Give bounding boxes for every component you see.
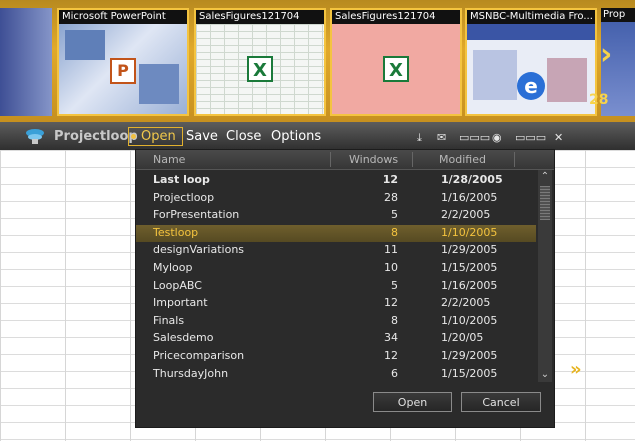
loop-name: Last loop bbox=[153, 173, 210, 186]
modified-date: 1/28/2005 bbox=[441, 173, 503, 186]
scroll-thumb[interactable] bbox=[540, 186, 550, 220]
cancel-button[interactable]: Cancel bbox=[461, 392, 541, 412]
thumbnail-excel-1[interactable]: SalesFigures121704 X bbox=[194, 8, 326, 116]
projectloop-logo-icon bbox=[26, 129, 44, 144]
thumbnail-excel-2[interactable]: SalesFigures121704 X bbox=[330, 8, 462, 116]
modified-date: 1/20/05 bbox=[441, 331, 484, 345]
loop-name: ThursdayJohn bbox=[153, 366, 229, 380]
column-header-name[interactable]: Name bbox=[153, 153, 185, 166]
modified-date: 1/15/2005 bbox=[441, 261, 498, 274]
list-item[interactable]: designVariations 11 1/29/2005 bbox=[136, 242, 536, 259]
open-menu-button[interactable]: Open bbox=[128, 127, 183, 146]
layout-view-icon[interactable]: ▭▭▭ bbox=[515, 132, 546, 144]
loop-name: Pricecomparison bbox=[153, 349, 245, 362]
loop-name: Important bbox=[153, 296, 208, 310]
app-brand: Projectloop bbox=[54, 129, 138, 144]
thumbnail-title: SalesFigures121704 bbox=[196, 10, 324, 24]
modified-date: 1/10/2005 bbox=[441, 225, 498, 239]
close-menu-button[interactable]: Close bbox=[226, 129, 261, 144]
window-count-cell: 12 bbox=[384, 349, 398, 362]
list-item[interactable]: Projectloop 28 1/16/2005 bbox=[136, 190, 536, 207]
scroll-up-icon[interactable]: ⌃ bbox=[538, 170, 552, 184]
modified-date: 1/29/2005 bbox=[441, 349, 498, 362]
modified-date: 2/2/2005 bbox=[441, 296, 491, 310]
window-count-cell: 10 bbox=[384, 261, 398, 274]
loop-name: Myloop bbox=[153, 261, 193, 274]
thumbnail-powerpoint[interactable]: Microsoft PowerPoint P bbox=[57, 8, 189, 116]
three-panel-view-icon[interactable]: ▭▭▭ bbox=[459, 132, 490, 144]
window-count-cell: 8 bbox=[391, 313, 398, 327]
list-item[interactable]: ThursdayJohn 6 1/15/2005 bbox=[136, 366, 536, 383]
modified-date: 1/16/2005 bbox=[441, 278, 498, 292]
window-count: 28 bbox=[589, 92, 609, 108]
modified-date: 1/10/2005 bbox=[441, 313, 498, 327]
list-item[interactable]: ForPresentation 5 2/2/2005 bbox=[136, 207, 536, 224]
save-menu-button[interactable]: Save bbox=[186, 129, 218, 144]
window-count-cell: 5 bbox=[391, 208, 398, 222]
loop-name: LoopABC bbox=[153, 278, 202, 292]
close-icon[interactable]: ✕ bbox=[554, 132, 563, 144]
loop-name: Projectloop bbox=[153, 190, 215, 204]
internet-explorer-icon: e bbox=[517, 72, 545, 100]
window-count-cell: 6 bbox=[391, 366, 398, 380]
loop-name: ForPresentation bbox=[153, 208, 240, 222]
powerpoint-icon: P bbox=[110, 57, 136, 84]
chevron-right-icon[interactable]: » bbox=[570, 359, 582, 380]
list-item[interactable]: Pricecomparison 12 1/29/2005 bbox=[136, 348, 536, 365]
loop-name: Testloop bbox=[153, 225, 199, 239]
excel-icon: X bbox=[247, 56, 273, 82]
loop-name: Finals bbox=[153, 313, 185, 327]
list-item[interactable]: Salesdemo 34 1/20/05 bbox=[136, 330, 536, 347]
window-count-cell: 12 bbox=[384, 296, 398, 310]
modified-date: 1/16/2005 bbox=[441, 190, 498, 204]
window-count-cell: 5 bbox=[391, 278, 398, 292]
list-header: Name Windows Modified bbox=[136, 150, 554, 170]
modified-date: 1/29/2005 bbox=[441, 243, 498, 257]
window-count-cell: 8 bbox=[391, 225, 398, 239]
thumbnail-browser[interactable]: MSNBC-Multimedia Fro... e bbox=[465, 8, 597, 116]
column-header-windows[interactable]: Windows bbox=[349, 153, 398, 166]
options-menu-button[interactable]: Options bbox=[271, 129, 321, 144]
list-item[interactable]: Important 12 2/2/2005 bbox=[136, 295, 536, 312]
list-item[interactable]: Finals 8 1/10/2005 bbox=[136, 313, 536, 330]
window-count-cell: 12 bbox=[382, 173, 398, 186]
chevron-right-icon[interactable]: › bbox=[600, 40, 612, 70]
list-item[interactable]: Myloop 10 1/15/2005 bbox=[136, 260, 536, 277]
list-item[interactable]: Last loop 12 1/28/2005 bbox=[136, 172, 536, 189]
thumbnail-title: MSNBC-Multimedia Fro... bbox=[467, 10, 595, 24]
column-header-modified[interactable]: Modified bbox=[439, 153, 486, 166]
open-button[interactable]: Open bbox=[373, 392, 452, 412]
loop-name: Salesdemo bbox=[153, 331, 214, 345]
excel-icon: X bbox=[383, 56, 409, 82]
loop-name: designVariations bbox=[153, 243, 245, 257]
globe-icon[interactable]: ◉ bbox=[492, 132, 502, 144]
list-scrollbar[interactable]: ⌃ ⌄ bbox=[538, 170, 552, 382]
modified-date: 2/2/2005 bbox=[441, 208, 491, 222]
list-item[interactable]: LoopABC 5 1/16/2005 bbox=[136, 278, 536, 295]
thumbnail-partial-left[interactable] bbox=[0, 8, 52, 116]
open-loop-dialog: Name Windows Modified Last loop 12 1/28/20… bbox=[136, 150, 554, 427]
thumbnail-title: SalesFigures121704 bbox=[332, 10, 460, 24]
window-count-cell: 11 bbox=[384, 243, 398, 257]
modified-date: 1/15/2005 bbox=[441, 366, 498, 380]
mail-icon[interactable]: ✉ bbox=[437, 132, 446, 144]
window-count-cell: 28 bbox=[384, 190, 398, 204]
list-item[interactable]: Testloop 8 1/10/2005 bbox=[136, 224, 536, 242]
scroll-down-icon[interactable]: ⌄ bbox=[538, 368, 552, 382]
thumbnail-title: Microsoft PowerPoint bbox=[59, 10, 187, 24]
window-count-cell: 34 bbox=[384, 331, 398, 345]
download-icon[interactable]: ⤓ bbox=[417, 132, 422, 144]
